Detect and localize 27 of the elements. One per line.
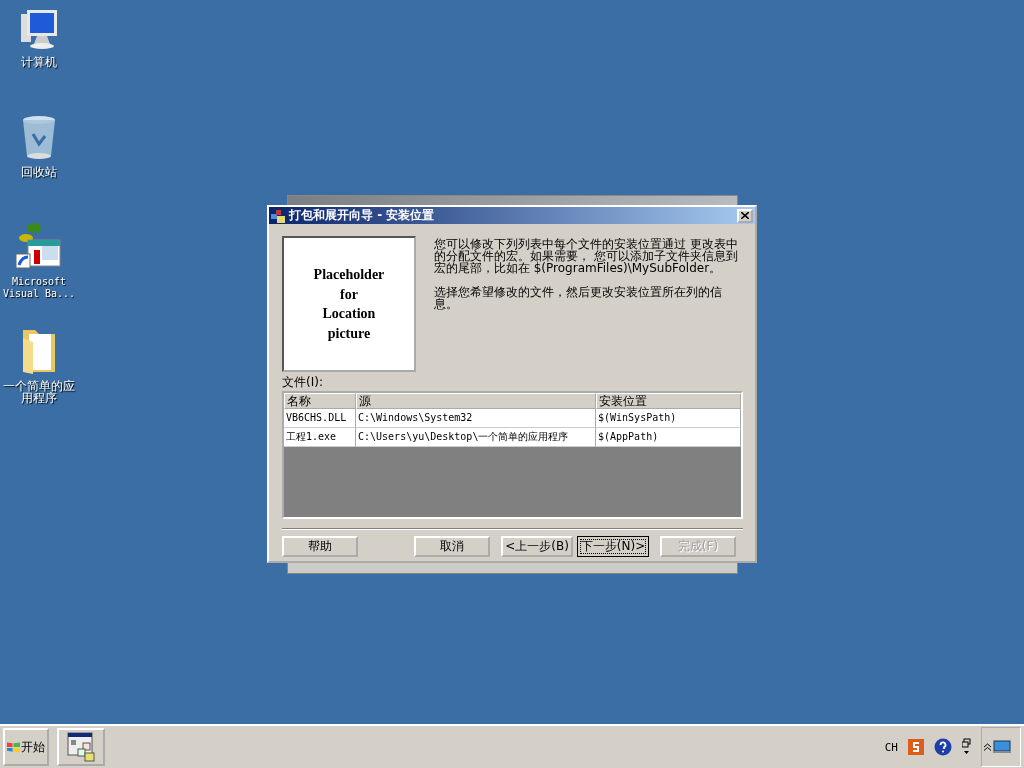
desktop-icon-label[interactable]: 计算机 [1,56,77,68]
placeholder-text: for [340,285,358,304]
table-cell: VB6CHS.DLL [284,409,356,428]
table-cell: C:\Windows\System32 [356,409,596,428]
desktop-icon-label[interactable]: 回收站 [1,166,77,178]
column-header[interactable]: 源 [356,393,596,409]
column-header[interactable]: 名称 [284,393,356,409]
table-cell: $(AppPath) [596,428,741,447]
dialog-button[interactable]: <上一步(B) [501,536,573,557]
instruction-text: 您可以修改下列列表中每个文件的安装位置通过 更改表中的分配文件的宏。如果需要， 您可以添加子文件夹信息到宏的尾部，比如在 $(ProgramFiles)\MySubFolder。 [433,238,739,274]
desktop-icon-label[interactable]: Microsoft Visual Ba... [1,276,77,300]
column-header[interactable]: 安装位置 [596,393,741,409]
placeholder-text: Placeholder [313,266,385,284]
table-cell: $(WinSysPath) [596,409,741,428]
placeholder-text: picture [327,324,371,343]
dialog-button[interactable]: 取消 [414,536,490,557]
list-label: 文件(I): [282,374,324,391]
start-button[interactable]: 开始 [3,728,49,766]
dialog-button[interactable]: 帮助 [282,536,358,557]
language-indicator[interactable]: CH [884,740,898,754]
desktop-icon-label[interactable]: 一个简单的应用程序 [1,380,77,404]
table-cell: C:\Users\yu\Desktop\一个简单的应用程序 [356,428,596,447]
table-cell: 工程1.exe [284,428,356,447]
window-title: 打包和展开向导 - 安装位置 [289,207,436,224]
dialog-button[interactable]: 下一步(N)> [577,536,649,557]
instruction-text: 选择您希望修改的文件，然后更改安装位置所在列的信息。 [433,286,723,310]
placeholder-text: Location [322,305,376,323]
